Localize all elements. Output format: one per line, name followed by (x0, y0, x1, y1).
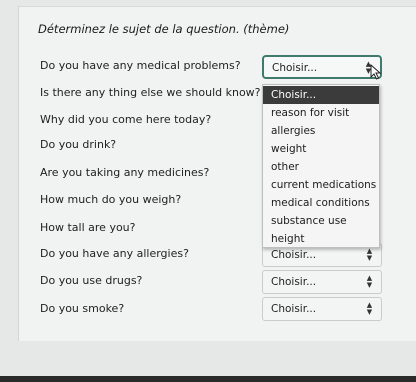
question-text: Are you taking any medicines? (40, 166, 210, 179)
topic-select[interactable]: Choisir... ▲ ▼ (262, 55, 382, 79)
topic-dropdown-list: Choisir... reason for visit allergies we… (262, 84, 380, 248)
bottom-edge (0, 376, 416, 382)
select-arrows-icon: ▲ ▼ (366, 247, 373, 262)
dropdown-option[interactable]: weight (263, 140, 379, 158)
question-instruction: Déterminez le sujet de la question. (thè… (38, 22, 290, 36)
dropdown-option[interactable]: medical conditions (263, 194, 379, 212)
select-arrows-icon: ▲ ▼ (366, 301, 373, 316)
question-text: Do you have any medical problems? (40, 59, 241, 72)
dropdown-option[interactable]: Choisir... (263, 86, 379, 104)
question-text: How tall are you? (40, 221, 136, 234)
dropdown-option[interactable]: other (263, 158, 379, 176)
question-text: Do you smoke? (40, 302, 125, 315)
question-text: Do you drink? (40, 138, 117, 151)
question-text: How much do you weigh? (40, 193, 182, 206)
dropdown-option[interactable]: height (263, 230, 379, 248)
topic-select[interactable]: Choisir... ▲ ▼ (262, 270, 382, 294)
mouse-cursor-icon (370, 64, 382, 80)
select-value: Choisir... (271, 249, 317, 261)
question-text: Why did you come here today? (40, 113, 212, 126)
select-value: Choisir... (271, 303, 317, 315)
dropdown-option[interactable]: reason for visit (263, 104, 379, 122)
question-text: Is there any thing else we should know? (40, 86, 261, 99)
dropdown-option[interactable]: allergies (263, 122, 379, 140)
question-text: Do you have any allergies? (40, 247, 189, 260)
select-arrows-icon: ▲ ▼ (366, 274, 373, 289)
select-value: Choisir... (272, 62, 318, 74)
topic-select[interactable]: Choisir... ▲ ▼ (262, 297, 382, 321)
question-text: Do you use drugs? (40, 274, 143, 287)
dropdown-option[interactable]: substance use (263, 212, 379, 230)
select-value: Choisir... (271, 276, 317, 288)
dropdown-option[interactable]: current medications (263, 176, 379, 194)
